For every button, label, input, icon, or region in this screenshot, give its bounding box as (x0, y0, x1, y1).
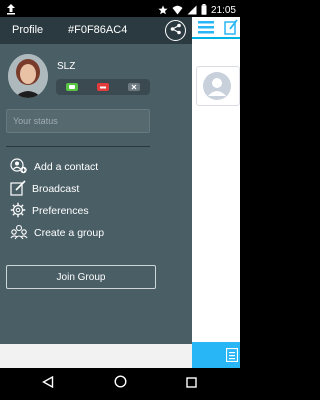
drawer-header: Profile #F0F86AC4 (0, 17, 192, 44)
navigation-bar (0, 368, 240, 400)
menu-preferences-label: Preferences (32, 205, 89, 217)
back-icon (42, 375, 54, 393)
menu-add-contact[interactable]: Add a contact (10, 157, 99, 177)
menu-create-group[interactable]: Create a group (10, 224, 104, 242)
back-button[interactable] (38, 374, 58, 394)
group-icon (10, 224, 28, 243)
status-online-button[interactable] (65, 83, 78, 91)
presence-selector (56, 79, 150, 95)
profile-id: #F0F86AC4 (68, 24, 128, 36)
menu-preferences[interactable]: Preferences (10, 202, 89, 220)
recents-button[interactable] (181, 374, 201, 394)
share-button[interactable] (165, 20, 186, 41)
status-offline-button[interactable] (128, 83, 141, 91)
share-icon (170, 22, 182, 40)
add-contact-icon (10, 157, 28, 177)
list-icon[interactable] (198, 20, 214, 39)
join-group-button[interactable]: Join Group (6, 265, 156, 289)
menu-broadcast-label: Broadcast (32, 183, 80, 195)
divider (6, 146, 150, 147)
contact-card[interactable] (196, 66, 240, 106)
home-icon (113, 375, 127, 393)
chat-list-icon[interactable] (225, 347, 239, 367)
app-toolbar (192, 17, 240, 39)
username: SLZ (57, 61, 76, 72)
compose-icon[interactable] (224, 19, 238, 40)
status-bar: 21:05 (0, 0, 240, 17)
profile-label: Profile (12, 24, 44, 36)
profile-avatar[interactable] (8, 54, 48, 98)
contact-avatar (203, 72, 231, 100)
gear-icon (10, 202, 26, 221)
status-busy-button[interactable] (96, 83, 109, 91)
menu-add-contact-label: Add a contact (34, 161, 99, 173)
home-button[interactable] (110, 374, 130, 394)
navigation-drawer: Profile #F0F86AC4 SLZ Add a contact (0, 17, 192, 344)
menu-create-group-label: Create a group (34, 227, 105, 239)
recents-icon (185, 375, 197, 393)
status-input[interactable] (6, 109, 150, 133)
menu-broadcast[interactable]: Broadcast (10, 179, 80, 199)
status-time: 21:05 (210, 5, 236, 16)
broadcast-icon (10, 179, 26, 199)
app-bottom-bar[interactable] (192, 342, 240, 368)
